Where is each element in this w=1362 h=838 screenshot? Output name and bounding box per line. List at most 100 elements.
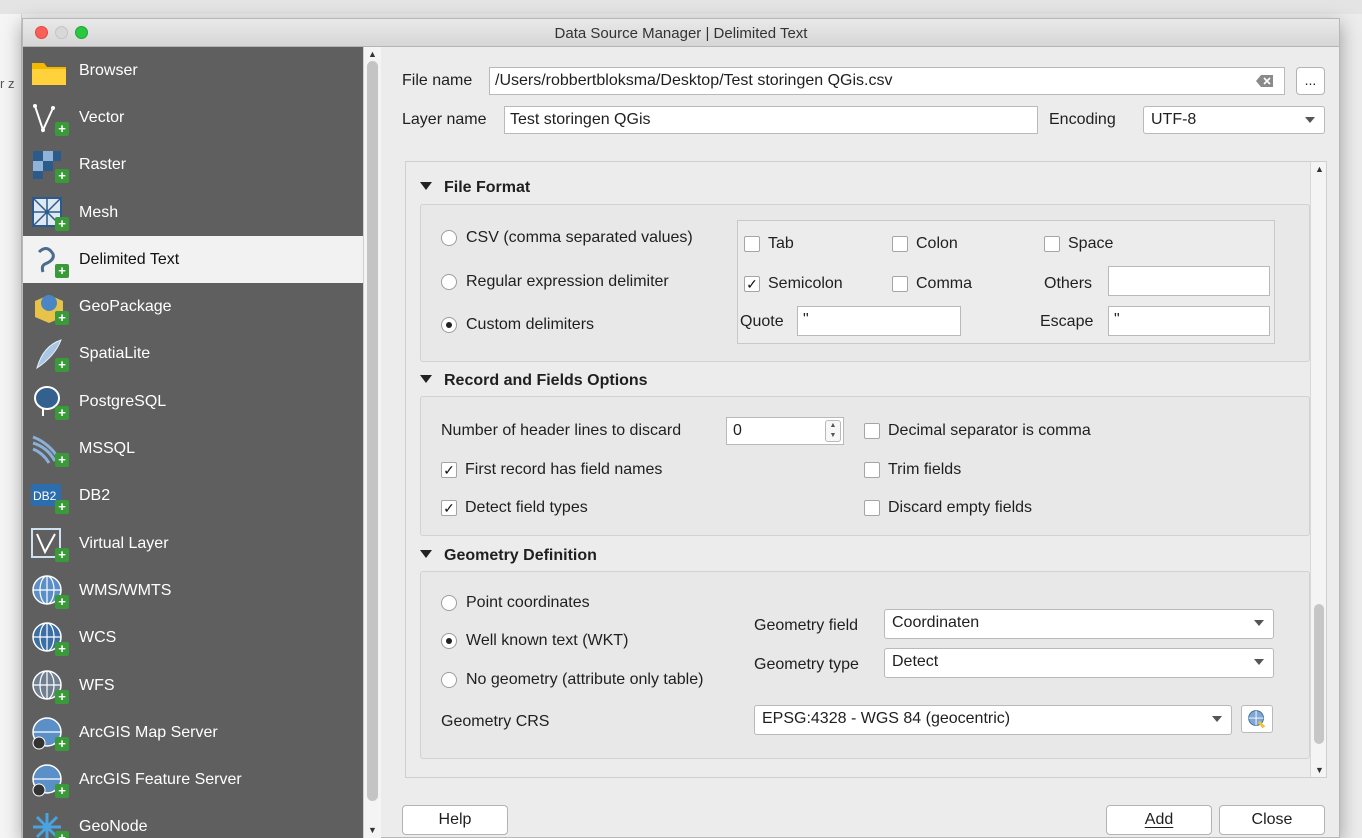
sidebar-item-label: Virtual Layer (79, 534, 169, 552)
others-field[interactable] (1108, 266, 1270, 296)
layer-name-value: Test storingen QGis (510, 111, 651, 128)
close-button[interactable]: Close (1219, 805, 1325, 835)
semicolon-checkbox[interactable]: ✓ Semicolon (744, 275, 843, 293)
layer-name-label: Layer name (402, 111, 487, 128)
sidebar-item-label: WMS/WMTS (79, 581, 172, 599)
scroll-up-arrow-icon[interactable]: ▲ (1315, 164, 1324, 174)
spinbox-arrows-icon[interactable]: ▲ ▼ (825, 420, 841, 442)
colon-checkbox[interactable]: Colon (892, 235, 958, 253)
escape-field[interactable]: " (1108, 306, 1270, 336)
sidebar-item-arcgis-feature-server[interactable]: + ArcGIS Feature Server (23, 756, 363, 803)
sidebar-item-mesh[interactable]: + Mesh (23, 189, 363, 236)
sidebar-item-vector[interactable]: + Vector (23, 94, 363, 141)
options-scrollbar[interactable]: ▲ ▼ (1310, 162, 1326, 777)
wkt-radio[interactable]: Well known text (WKT) (441, 632, 628, 650)
sidebar-item-browser[interactable]: Browser (23, 47, 363, 94)
trim-fields-checkbox[interactable]: Trim fields (864, 461, 961, 479)
sidebar-item-geonode[interactable]: + GeoNode (23, 804, 363, 838)
folder-icon (29, 53, 69, 89)
geometry-definition-header[interactable]: Geometry Definition (420, 547, 597, 565)
sidebar-item-label: Raster (79, 156, 127, 174)
regex-delimiter-radio[interactable]: Regular expression delimiter (441, 273, 669, 291)
sidebar-item-label: SpatiaLite (79, 345, 151, 363)
scroll-down-arrow-icon[interactable]: ▼ (1315, 765, 1324, 775)
encoding-dropdown[interactable]: UTF-8 (1143, 106, 1325, 134)
collapse-triangle-icon (420, 182, 432, 190)
sidebar-scroll-thumb[interactable] (367, 61, 378, 801)
no-geometry-radio[interactable]: No geometry (attribute only table) (441, 671, 703, 689)
sidebar-item-raster[interactable]: + Raster (23, 142, 363, 189)
record-fields-options-header[interactable]: Record and Fields Options (420, 372, 648, 390)
file-name-value: /Users/robbertbloksma/Desktop/Test stori… (495, 72, 893, 89)
sidebar-item-wfs[interactable]: + WFS (23, 662, 363, 709)
sidebar-item-spatialite[interactable]: + SpatiaLite (23, 331, 363, 378)
source-sidebar: Browser + Vector + Raster + Mesh + Delim… (23, 47, 363, 838)
mssql-icon: + (29, 431, 69, 468)
scroll-down-arrow-icon[interactable]: ▼ (368, 825, 377, 835)
geometry-crs-label: Geometry CRS (441, 713, 550, 730)
sidebar-scrollbar[interactable]: ▲ ▼ (363, 47, 381, 838)
options-scroll-area[interactable]: File Format CSV (comma separated values)… (405, 161, 1327, 778)
geometry-group: Point coordinates Well known text (WKT) … (420, 571, 1310, 759)
geopackage-icon: + (29, 289, 69, 326)
sidebar-item-mssql[interactable]: + MSSQL (23, 425, 363, 472)
crs-selector-button[interactable] (1241, 705, 1273, 733)
tab-checkbox[interactable]: Tab (744, 235, 794, 253)
file-name-field[interactable]: /Users/robbertbloksma/Desktop/Test stori… (489, 67, 1285, 95)
sidebar-item-arcgis-map-server[interactable]: + ArcGIS Map Server (23, 709, 363, 756)
geometry-type-dropdown[interactable]: Detect (884, 648, 1274, 678)
sidebar-item-wms-wmts[interactable]: + WMS/WMTS (23, 567, 363, 614)
others-label: Others (1044, 275, 1093, 292)
sidebar-item-virtual-layer[interactable]: + Virtual Layer (23, 520, 363, 567)
wms-globe-icon: + (29, 573, 69, 609)
custom-delimiters-box: Tab Colon Space ✓ Semicolon Comma Others … (737, 220, 1275, 344)
sidebar-item-postgresql[interactable]: + PostgreSQL (23, 378, 363, 425)
comma-checkbox[interactable]: Comma (892, 275, 972, 293)
header-lines-spinbox[interactable]: 0 ▲ ▼ (726, 417, 844, 445)
clear-field-icon[interactable] (1256, 75, 1274, 87)
quote-label: Quote (740, 313, 784, 330)
sidebar-item-label: WFS (79, 676, 115, 694)
file-format-header[interactable]: File Format (420, 179, 530, 197)
wfs-globe-icon: + (29, 668, 69, 704)
arcgis-feature-server-icon: + (29, 762, 69, 799)
first-record-field-names-checkbox[interactable]: ✓ First record has field names (441, 461, 662, 479)
geometry-crs-dropdown[interactable]: EPSG:4328 - WGS 84 (geocentric) (754, 705, 1232, 735)
background-toolbar (0, 0, 1362, 14)
title-bar: Data Source Manager | Delimited Text (23, 19, 1339, 47)
chevron-down-icon (1305, 117, 1315, 123)
sidebar-item-label: GeoPackage (79, 298, 172, 316)
sidebar-item-label: ArcGIS Feature Server (79, 771, 242, 789)
chevron-down-icon (1254, 659, 1264, 665)
sidebar-item-delimited-text[interactable]: + Delimited Text (23, 236, 363, 284)
sidebar-item-wcs[interactable]: + WCS (23, 615, 363, 662)
file-format-group: CSV (comma separated values) Regular exp… (420, 204, 1310, 362)
sidebar-item-label: Mesh (79, 203, 119, 221)
virtual-layer-icon: + (29, 526, 69, 562)
space-checkbox[interactable]: Space (1044, 235, 1113, 253)
file-name-label: File name (402, 72, 473, 89)
point-coordinates-radio[interactable]: Point coordinates (441, 594, 590, 612)
delimited-text-icon: + (29, 242, 69, 278)
layer-name-field[interactable]: Test storingen QGis (504, 106, 1038, 134)
sidebar-item-db2[interactable]: DB2 + DB2 (23, 473, 363, 520)
detect-field-types-checkbox[interactable]: ✓ Detect field types (441, 499, 588, 517)
geonode-icon: + (29, 809, 69, 838)
sidebar-item-label: MSSQL (79, 440, 136, 458)
custom-delimiters-radio[interactable]: Custom delimiters (441, 316, 594, 334)
record-fields-group: Number of header lines to discard 0 ▲ ▼ ✓… (420, 396, 1310, 536)
collapse-triangle-icon (420, 550, 432, 558)
scroll-up-arrow-icon[interactable]: ▲ (368, 49, 377, 59)
help-button[interactable]: Help (402, 805, 508, 835)
delimited-text-panel: File name /Users/robbertbloksma/Desktop/… (381, 47, 1341, 838)
quote-field[interactable]: " (797, 306, 961, 336)
browse-button[interactable]: ... (1296, 67, 1325, 95)
geometry-field-dropdown[interactable]: Coordinaten (884, 609, 1274, 639)
options-scroll-thumb[interactable] (1314, 604, 1324, 744)
decimal-separator-comma-checkbox[interactable]: Decimal separator is comma (864, 422, 1091, 440)
discard-empty-fields-checkbox[interactable]: Discard empty fields (864, 499, 1032, 517)
sidebar-item-geopackage[interactable]: + GeoPackage (23, 283, 363, 330)
csv-radio[interactable]: CSV (comma separated values) (441, 229, 693, 247)
add-button[interactable]: Add (1106, 805, 1212, 835)
encoding-value: UTF-8 (1151, 111, 1197, 128)
